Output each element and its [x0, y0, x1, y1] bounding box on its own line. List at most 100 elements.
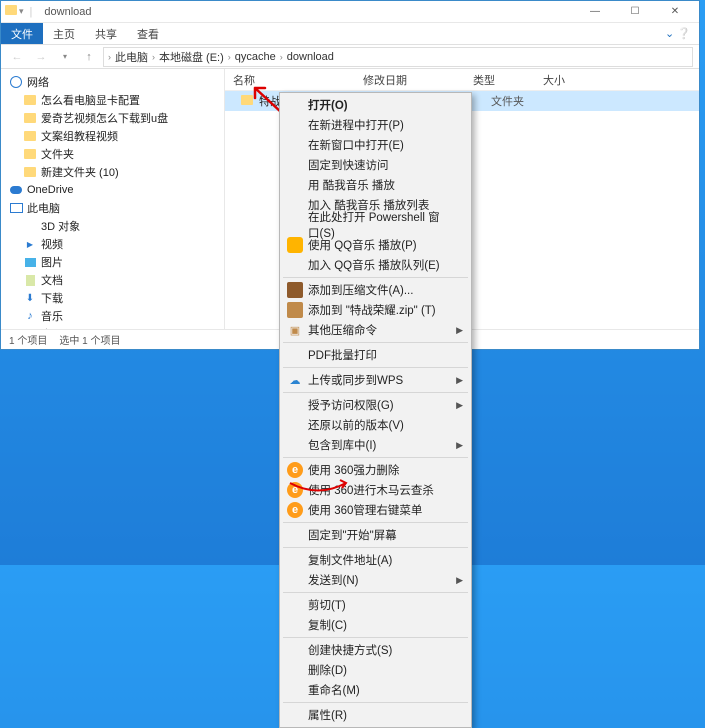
chevron-right-icon: › — [152, 52, 155, 62]
sidebar-item-label: 图片 — [41, 254, 63, 270]
menu-rename[interactable]: 重命名(M) — [282, 680, 469, 700]
nav-forward-button[interactable]: → — [31, 48, 51, 66]
breadcrumb[interactable]: › 此电脑 › 本地磁盘 (E:) › qycache › download — [103, 47, 693, 67]
menu-new-process[interactable]: 在新进程中打开(P) — [282, 115, 469, 135]
360-icon: e — [287, 482, 303, 498]
submenu-arrow-icon: ▶ — [456, 400, 463, 411]
sidebar-item[interactable]: 视频 — [1, 235, 224, 253]
360-icon: e — [287, 462, 303, 478]
separator: | — [30, 6, 33, 18]
submenu-arrow-icon: ▶ — [456, 375, 463, 386]
archive-icon — [287, 282, 303, 298]
menu-separator — [283, 392, 468, 393]
sidebar-item-label: 视频 — [41, 236, 63, 252]
sidebar-item[interactable]: OneDrive — [1, 181, 224, 199]
sidebar-item[interactable]: 怎么看电脑显卡配置 — [1, 91, 224, 109]
nav-up-button[interactable]: ↑ — [79, 48, 99, 66]
chevron-right-icon: › — [108, 52, 111, 62]
menu-pdf-print[interactable]: PDF批量打印 — [282, 345, 469, 365]
menu-cut[interactable]: 剪切(T) — [282, 595, 469, 615]
archive-icon: ▣ — [287, 322, 303, 338]
cloud-icon: ☁ — [287, 372, 303, 388]
close-button[interactable]: ✕ — [655, 2, 695, 22]
sidebar-item-label: 怎么看电脑显卡配置 — [41, 92, 140, 108]
menu-open[interactable]: 打开(O) — [282, 95, 469, 115]
col-name[interactable]: 名称 — [233, 72, 363, 88]
nav-back-button[interactable]: ← — [7, 48, 27, 66]
menu-send-to[interactable]: 发送到(N)▶ — [282, 570, 469, 590]
breadcrumb-seg[interactable]: 本地磁盘 (E:) — [157, 49, 226, 65]
menu-delete[interactable]: 删除(D) — [282, 660, 469, 680]
submenu-arrow-icon: ▶ — [456, 325, 463, 336]
sidebar-item-label: OneDrive — [27, 184, 73, 196]
col-type[interactable]: 类型 — [473, 72, 543, 88]
menu-kuwo-play[interactable]: 用 酷我音乐 播放 — [282, 175, 469, 195]
i-mus-icon — [23, 309, 37, 323]
menu-qq-play[interactable]: 使用 QQ音乐 播放(P) — [282, 235, 469, 255]
sidebar-item[interactable]: 文档 — [1, 271, 224, 289]
menu-360-force-del[interactable]: e使用 360强力删除 — [282, 460, 469, 480]
sidebar-item-label: 下载 — [41, 290, 63, 306]
menu-new-window[interactable]: 在新窗口中打开(E) — [282, 135, 469, 155]
breadcrumb-seg[interactable]: download — [285, 51, 336, 63]
sidebar-item[interactable]: 文案组教程视频 — [1, 127, 224, 145]
sidebar: 网络怎么看电脑显卡配置爱奇艺视频怎么下载到u盘文案组教程视频文件夹新建文件夹 (… — [1, 69, 225, 329]
sidebar-item[interactable]: 新建文件夹 (10) — [1, 163, 224, 181]
menu-add-zip[interactable]: 添加到压缩文件(A)... — [282, 280, 469, 300]
menu-separator — [283, 457, 468, 458]
col-date[interactable]: 修改日期 — [363, 72, 473, 88]
menu-separator — [283, 547, 468, 548]
menu-360-menu[interactable]: e使用 360管理右键菜单 — [282, 500, 469, 520]
menu-shortcut[interactable]: 创建快捷方式(S) — [282, 640, 469, 660]
sidebar-item[interactable]: 下载 — [1, 289, 224, 307]
ribbon-help-icon[interactable]: ⌄ ❔ — [657, 23, 699, 44]
quickbar-icon[interactable]: ▾ — [19, 6, 24, 17]
minimize-button[interactable]: — — [575, 2, 615, 22]
menu-other-zip[interactable]: ▣其他压缩命令▶ — [282, 320, 469, 340]
sidebar-item-label: 此电脑 — [27, 200, 60, 216]
ribbon-tab-home[interactable]: 主页 — [43, 23, 85, 44]
submenu-arrow-icon: ▶ — [456, 575, 463, 586]
menu-powershell[interactable]: 在此处打开 Powershell 窗口(S) — [282, 215, 469, 235]
ribbon-file-tab[interactable]: 文件 — [1, 23, 43, 44]
360-icon: e — [287, 502, 303, 518]
ribbon-tab-share[interactable]: 共享 — [85, 23, 127, 44]
menu-qq-list[interactable]: 加入 QQ音乐 播放队列(E) — [282, 255, 469, 275]
sidebar-item[interactable]: 图片 — [1, 253, 224, 271]
menu-properties[interactable]: 属性(R) — [282, 705, 469, 725]
col-size[interactable]: 大小 — [543, 72, 699, 88]
menu-pin-start[interactable]: 固定到"开始"屏幕 — [282, 525, 469, 545]
sidebar-item[interactable]: 网络 — [1, 73, 224, 91]
sidebar-item[interactable]: 文件夹 — [1, 145, 224, 163]
ribbon-tab-view[interactable]: 查看 — [127, 23, 169, 44]
archive-icon — [287, 302, 303, 318]
sidebar-item-label: 文档 — [41, 272, 63, 288]
menu-grant-access[interactable]: 授予访问权限(G)▶ — [282, 395, 469, 415]
menu-wps-sync[interactable]: ☁上传或同步到WPS▶ — [282, 370, 469, 390]
sidebar-item[interactable]: 音乐 — [1, 307, 224, 325]
sidebar-item[interactable]: 此电脑 — [1, 199, 224, 217]
chevron-right-icon: › — [280, 52, 283, 62]
nav-recent-button[interactable]: ▾ — [55, 48, 75, 66]
column-headers: 名称 修改日期 类型 大小 — [225, 69, 699, 91]
menu-separator — [283, 637, 468, 638]
sidebar-item[interactable]: 3D 对象 — [1, 217, 224, 235]
i-fold-icon — [23, 147, 37, 161]
menu-copy[interactable]: 复制(C) — [282, 615, 469, 635]
folder-icon — [241, 95, 253, 108]
i-doc-icon — [23, 273, 37, 287]
folder-icon — [5, 5, 17, 18]
menu-include-lib[interactable]: 包含到库中(I)▶ — [282, 435, 469, 455]
breadcrumb-seg[interactable]: qycache — [233, 51, 278, 63]
breadcrumb-seg[interactable]: 此电脑 — [113, 49, 150, 65]
i-3d-icon — [23, 219, 37, 233]
menu-copy-addr[interactable]: 复制文件地址(A) — [282, 550, 469, 570]
maximize-button[interactable]: ☐ — [615, 2, 655, 22]
menu-add-named-zip[interactable]: 添加到 "特战荣耀.zip" (T) — [282, 300, 469, 320]
menu-restore-prev[interactable]: 还原以前的版本(V) — [282, 415, 469, 435]
menu-360-trojan[interactable]: e使用 360进行木马云查杀 — [282, 480, 469, 500]
i-net-icon — [9, 75, 23, 89]
sidebar-item[interactable]: 爱奇艺视频怎么下载到u盘 — [1, 109, 224, 127]
menu-pin-quick[interactable]: 固定到快速访问 — [282, 155, 469, 175]
menu-separator — [283, 342, 468, 343]
